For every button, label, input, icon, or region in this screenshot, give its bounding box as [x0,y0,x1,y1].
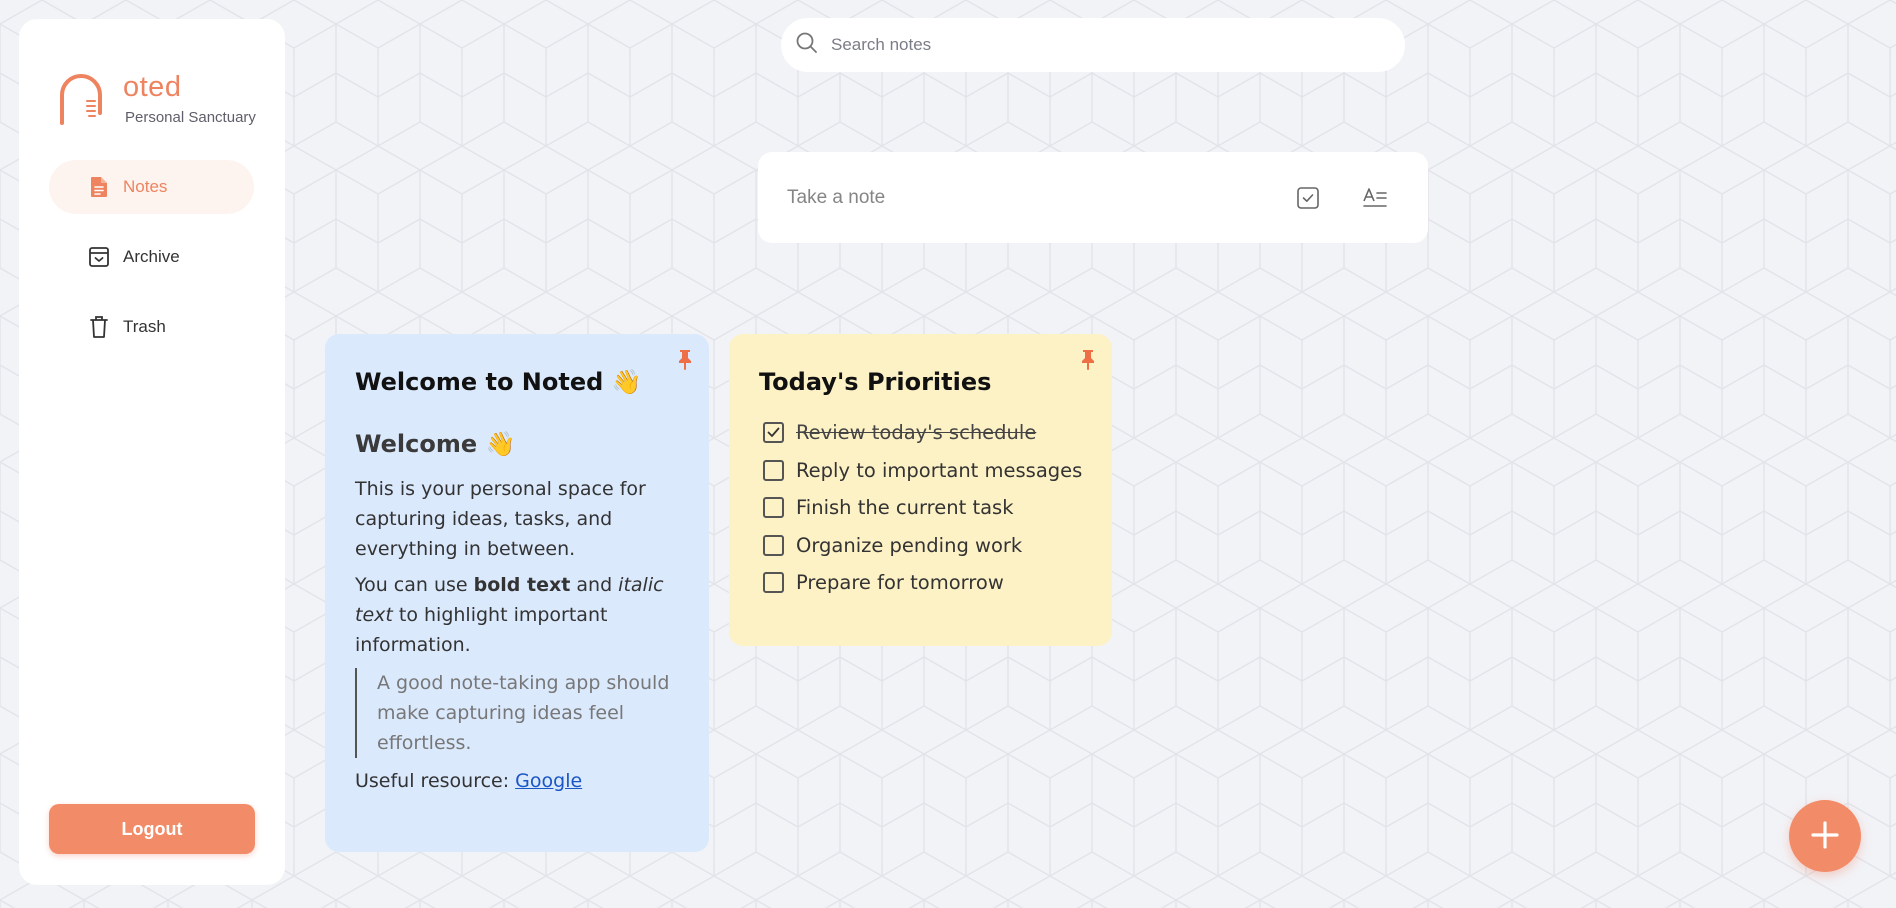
take-note-input[interactable] [787,182,1267,214]
checkbox[interactable] [763,572,784,594]
text-run: and [570,574,619,596]
note-body: Welcome 👋 This is your personal space fo… [355,430,690,802]
note-paragraph: This is your personal space for capturin… [355,478,646,560]
text-run: You can use [355,574,474,596]
note-title: Today's Priorities [759,368,992,396]
checklist-item-text: Finish the current task [796,496,1014,520]
checkbox[interactable] [763,459,784,481]
checkbox[interactable] [763,534,784,556]
checklist-item: Prepare for tomorrow [763,564,1082,602]
sidebar-item-label: Trash [123,317,166,336]
sidebar-item-archive[interactable]: Archive [49,230,254,284]
checklist-item-text: Prepare for tomorrow [796,571,1004,595]
brand-name: oted [123,71,182,103]
sidebar-item-trash[interactable]: Trash [49,300,254,354]
brand-tagline: Personal Sanctuary [125,109,256,126]
note-paragraph: Useful resource: Google [355,766,690,796]
checklist: Review today's schedule Reply to importa… [763,414,1082,602]
checklist-item: Reply to important messages [763,452,1082,490]
note-paragraph: You can use bold text and italic text to… [355,570,690,660]
note-heading: Welcome 👋 [355,430,516,458]
checklist-item: Organize pending work [763,527,1082,565]
resource-label: Useful resource: [355,770,516,792]
checklist-item-text: Organize pending work [796,533,1023,557]
note-title: Welcome to Noted 👋 [355,368,642,396]
checklist-item-text: Reply to important messages [796,458,1083,482]
search-input[interactable] [831,35,1351,55]
checkbox-icon[interactable] [1293,183,1323,213]
search-bar [781,18,1405,72]
trash-icon [87,315,111,339]
checklist-item-text: Review today's schedule [796,421,1037,445]
checkbox-checked[interactable] [763,422,784,444]
note-card[interactable]: Today's Priorities Review today's schedu… [729,334,1112,646]
plus-icon [1809,819,1841,854]
bold-text: bold text [473,574,571,596]
blockquote: A good note-taking app should make captu… [355,668,690,758]
note-composer [758,152,1428,243]
sidebar-item-notes[interactable]: Notes [49,160,254,214]
text-format-icon[interactable] [1360,183,1390,213]
note-card[interactable]: Welcome to Noted 👋 Welcome 👋 This is you… [325,334,709,852]
pin-icon[interactable] [1078,348,1098,370]
sidebar: oted Personal Sanctuary Notes Archive Tr… [19,19,285,885]
document-icon [87,175,111,199]
checkbox[interactable] [763,497,784,519]
google-link[interactable]: Google [515,770,582,792]
sidebar-item-label: Notes [123,177,168,196]
pin-icon[interactable] [675,348,695,370]
archive-icon [87,245,111,269]
logo-mark-icon [60,74,102,125]
sidebar-item-label: Archive [123,247,180,266]
logout-button[interactable]: Logout [49,804,255,854]
checklist-item: Review today's schedule [763,414,1082,452]
add-note-button[interactable] [1789,800,1861,872]
checklist-item: Finish the current task [763,489,1082,527]
search-icon [795,31,819,59]
text-run: to highlight important information. [355,604,608,656]
brand-logo[interactable]: oted Personal Sanctuary [57,53,277,133]
